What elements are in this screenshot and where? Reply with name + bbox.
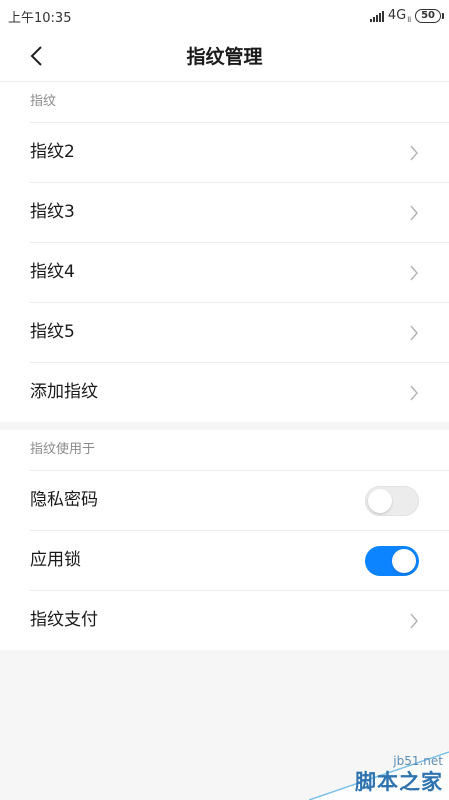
add-fingerprint-item[interactable]: 添加指纹 [30,362,449,422]
usage-section: 指纹使用于 隐私密码 应用锁 指纹支付 [0,430,449,650]
chevron-right-icon [410,205,418,221]
network-type: 4Gll [387,7,412,25]
chevron-right-icon [410,265,418,281]
status-bar: 上午10:35 4Gll 50 [0,0,449,32]
chevron-right-icon [410,325,418,341]
page-title: 指纹管理 [186,46,263,68]
privacy-password-item[interactable]: 隐私密码 [30,470,449,530]
section-header-usage: 指纹使用于 [30,442,96,457]
toggle-knob [368,489,392,513]
row-label: 添加指纹 [30,382,98,402]
toggle-knob [392,549,416,573]
status-icons: 4Gll 50 [369,7,444,25]
chevron-right-icon [410,145,418,161]
row-label: 指纹3 [30,202,75,222]
row-label: 应用锁 [30,550,81,570]
chevron-right-icon [410,385,418,401]
header: 指纹管理 [0,32,449,82]
row-label: 指纹5 [30,322,75,342]
app-lock-item[interactable]: 应用锁 [30,530,449,590]
watermark-name: 脚本之家 [355,770,443,794]
fingerprint-item-2[interactable]: 指纹2 [30,122,449,182]
fingerprint-item-3[interactable]: 指纹3 [30,182,449,242]
row-label: 隐私密码 [30,490,98,510]
back-button[interactable] [22,40,54,72]
row-label: 指纹支付 [30,610,98,630]
fingerprint-payment-item[interactable]: 指纹支付 [30,590,449,650]
battery-icon: 50 [415,9,444,23]
fingerprint-item-5[interactable]: 指纹5 [30,302,449,362]
chevron-right-icon [410,613,418,629]
row-label: 指纹4 [30,262,75,282]
app-lock-toggle[interactable] [365,546,419,576]
privacy-password-toggle[interactable] [365,486,419,516]
fingerprint-item-4[interactable]: 指纹4 [30,242,449,302]
section-header-fingerprints: 指纹 [30,94,57,109]
signal-icon [369,10,384,22]
watermark: jb51.net 脚本之家 [309,740,449,800]
fingerprints-section: 指纹 指纹2 指纹3 指纹4 指纹5 添加指纹 [0,82,449,422]
chevron-left-icon [30,46,42,66]
row-label: 指纹2 [30,142,75,162]
status-time: 上午10:35 [8,10,72,26]
